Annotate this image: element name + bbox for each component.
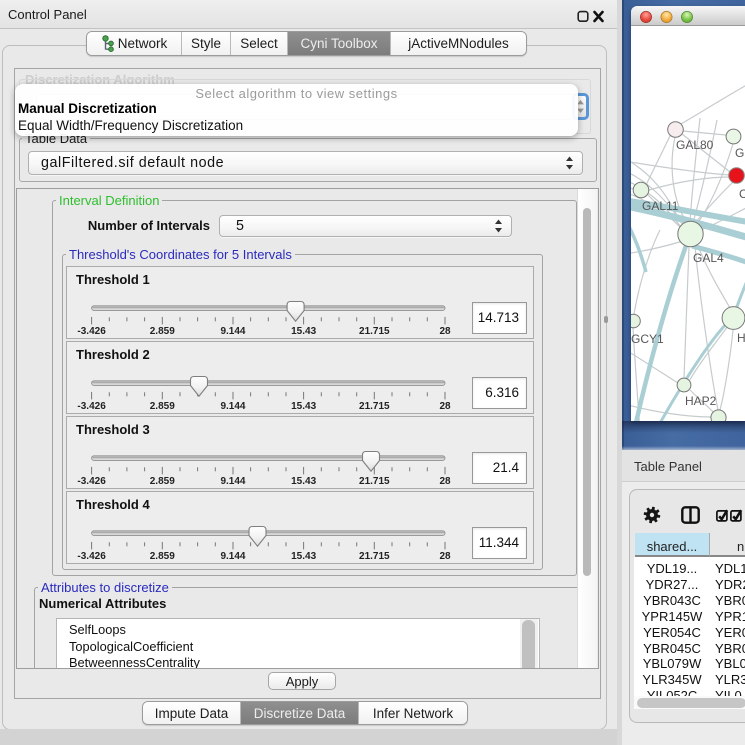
svg-text:21.715: 21.715 [359, 551, 390, 562]
svg-text:28: 28 [439, 326, 451, 337]
svg-text:2.859: 2.859 [150, 476, 175, 487]
svg-text:9.144: 9.144 [220, 326, 245, 337]
svg-text:GAL4: GAL4 [693, 251, 724, 265]
svg-text:9.144: 9.144 [220, 401, 245, 412]
svg-text:-3.426: -3.426 [77, 401, 106, 412]
svg-text:C: C [739, 187, 745, 201]
svg-text:2.859: 2.859 [150, 326, 175, 337]
svg-text:GAL11: GAL11 [642, 199, 679, 213]
svg-text:9.144: 9.144 [220, 551, 245, 562]
svg-text:28: 28 [439, 401, 451, 412]
svg-text:HAP2: HAP2 [685, 394, 717, 408]
svg-text:15.43: 15.43 [291, 551, 316, 562]
svg-text:-3.426: -3.426 [77, 476, 106, 487]
svg-text:-3.426: -3.426 [77, 551, 106, 562]
svg-text:G.: G. [735, 146, 745, 160]
svg-text:15.43: 15.43 [291, 476, 316, 487]
svg-text:-3.426: -3.426 [77, 326, 106, 337]
svg-text:GCY1: GCY1 [631, 332, 664, 346]
svg-text:H: H [737, 331, 745, 345]
svg-text:28: 28 [439, 476, 451, 487]
svg-text:21.715: 21.715 [359, 326, 390, 337]
svg-text:15.43: 15.43 [291, 401, 316, 412]
svg-text:GAL80: GAL80 [676, 138, 714, 152]
svg-text:2.859: 2.859 [150, 551, 175, 562]
svg-text:15.43: 15.43 [291, 326, 316, 337]
svg-text:28: 28 [439, 551, 451, 562]
svg-text:21.715: 21.715 [359, 476, 390, 487]
svg-text:21.715: 21.715 [359, 401, 390, 412]
svg-text:9.144: 9.144 [220, 476, 245, 487]
svg-text:2.859: 2.859 [150, 401, 175, 412]
